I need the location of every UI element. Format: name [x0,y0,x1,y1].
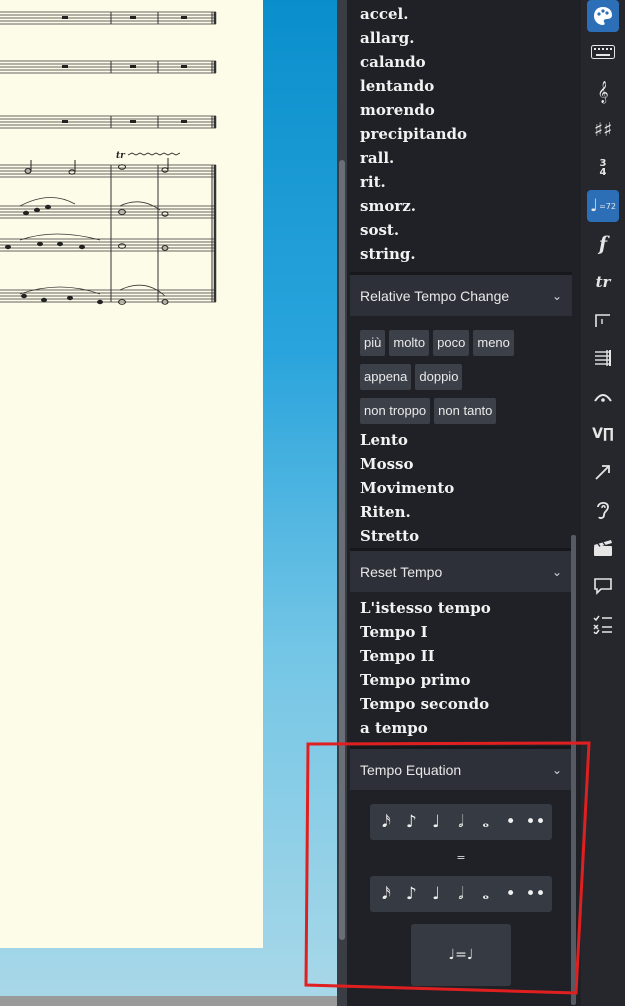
tempo-equation-header[interactable]: Tempo Equation ⌄ [350,746,572,790]
lines-icon[interactable] [587,304,619,336]
palette-item[interactable]: Movimento [360,476,562,500]
score-notation: tr [0,11,217,305]
ornaments-icon[interactable]: tr [587,266,619,298]
desktop-bottom-strip [0,996,340,1006]
palette-item[interactable]: Tempo primo [360,668,562,692]
tempo-change-section: accel. allarg. calando lentando morendo … [350,0,572,271]
staff-4 [0,164,216,178]
dot-icon[interactable]: • [500,812,522,832]
chip-non-troppo[interactable]: non troppo [360,398,431,424]
palette-item[interactable]: rit. [360,170,562,194]
chevron-down-icon[interactable]: ⌄ [552,289,562,303]
palette-item[interactable]: allarg. [360,26,562,50]
palette-icon[interactable] [587,0,619,32]
chip-appena[interactable]: appena [360,364,412,390]
score-page[interactable]: tr [0,0,263,948]
chip-poco[interactable]: poco [433,330,470,356]
key-signature-icon[interactable]: ♯♯ [587,114,619,146]
palette-item[interactable]: Riten. [360,500,562,524]
ear-icon[interactable] [587,494,619,526]
right-note-selector: 𝅘𝅥𝅯 ♪ ♩ 𝅗𝅥 𝅝 • •• [370,876,552,912]
half-note-icon[interactable]: 𝅗𝅥 [450,884,472,904]
trill-mark: tr [116,151,126,161]
eighth-note-icon[interactable]: ♪ [400,812,422,832]
palette-item[interactable]: morendo [360,98,562,122]
quarter-note-icon[interactable]: ♩ [425,812,447,832]
equals-sign: = [456,851,466,864]
keyboard-icon[interactable] [587,36,619,68]
whole-note-icon[interactable]: 𝅝 [475,884,497,904]
chevron-down-icon[interactable]: ⌄ [552,763,562,777]
staff-5 [0,205,216,219]
chevron-down-icon[interactable]: ⌄ [552,565,562,579]
palette-item[interactable]: lentando [360,74,562,98]
chip-non-tanto[interactable]: non tanto [434,398,497,424]
sixteenth-note-icon[interactable]: 𝅘𝅥𝅯 [375,884,397,904]
palette-item[interactable]: a tempo [360,716,562,740]
time-signature-icon[interactable]: 3 4 [587,152,619,184]
section-title: Relative Tempo Change [360,287,510,304]
palette-panel: accel. allarg. calando lentando morendo … [350,0,580,1006]
clapperboard-icon[interactable] [587,532,619,564]
section-title: Reset Tempo [360,563,443,580]
checklist-icon[interactable] [587,608,619,640]
palette-item[interactable]: string. [360,242,562,266]
chip-meno[interactable]: meno [473,330,514,356]
palette-item[interactable]: calando [360,50,562,74]
bowing-icon[interactable]: V∏ [587,418,619,450]
reset-tempo-header[interactable]: Reset Tempo ⌄ [350,548,572,592]
double-dot-icon[interactable]: •• [524,812,546,832]
quarter-note-icon[interactable]: ♩ [425,884,447,904]
tempo-equation-preview[interactable]: ♩=♩ [411,924,511,986]
palette-item[interactable]: sost. [360,218,562,242]
chip-piu[interactable]: più [360,330,386,356]
eighth-note-icon[interactable]: ♪ [400,884,422,904]
fermata-icon[interactable] [587,380,619,412]
speech-bubble-icon[interactable] [587,570,619,602]
time-sig-bottom: 4 [599,167,607,178]
chip-row: più molto poco meno [360,326,562,360]
palette-item[interactable]: Stretto [360,524,562,548]
arrow-icon[interactable] [587,456,619,488]
score-scrollbar-thumb[interactable] [339,160,345,940]
chip-row: appena doppio [360,360,562,394]
chip-doppio[interactable]: doppio [415,364,463,390]
palette-item[interactable]: L'istesso tempo [360,596,562,620]
palette-item[interactable]: Tempo secondo [360,692,562,716]
palette-item[interactable]: smorz. [360,194,562,218]
staff-7 [0,289,216,303]
dynamics-icon[interactable]: f [587,228,619,260]
palette-toolbar: 𝄞 ♯♯ 3 4 ♩ =72 f tr V∏ [581,0,625,1006]
dot-icon[interactable]: • [500,884,522,904]
tempo-badge: =72 [599,201,616,211]
palette-item[interactable]: rall. [360,146,562,170]
palette-item[interactable]: Lento [360,428,562,452]
palette-item[interactable]: Mosso [360,452,562,476]
repeats-icon[interactable] [587,342,619,374]
sixteenth-note-icon[interactable]: 𝅘𝅥𝅯 [375,812,397,832]
section-title: Tempo Equation [360,761,462,778]
staff-6 [0,238,216,252]
palette-scrollbar[interactable] [571,535,576,1005]
half-note-icon[interactable]: 𝅗𝅥 [450,812,472,832]
chip-molto[interactable]: molto [389,330,430,356]
score-scrollbar[interactable] [337,0,347,1006]
whole-note-icon[interactable]: 𝅝 [475,812,497,832]
double-dot-icon[interactable]: •• [524,884,546,904]
tempo-equation-body: 𝅘𝅥𝅯 ♪ ♩ 𝅗𝅥 𝅝 • •• = 𝅘𝅥𝅯 ♪ ♩ 𝅗𝅥 𝅝 • •• ♩=… [350,790,572,1006]
palette-item[interactable]: precipitando [360,122,562,146]
relative-tempo-header[interactable]: Relative Tempo Change ⌄ [350,272,572,316]
treble-clef-icon[interactable]: 𝄞 [587,76,619,108]
chip-row: non troppo non tanto [360,394,562,428]
left-note-selector: 𝅘𝅥𝅯 ♪ ♩ 𝅗𝅥 𝅝 • •• [370,804,552,840]
palette-item[interactable]: accel. [360,2,562,26]
palette-item[interactable]: Tempo I [360,620,562,644]
palette-item[interactable]: Tempo II [360,644,562,668]
reset-tempo-body: L'istesso tempo Tempo I Tempo II Tempo p… [350,592,572,748]
relative-tempo-body: più molto poco meno appena doppio non tr… [350,316,572,548]
tempo-icon[interactable]: ♩ =72 [587,190,619,222]
